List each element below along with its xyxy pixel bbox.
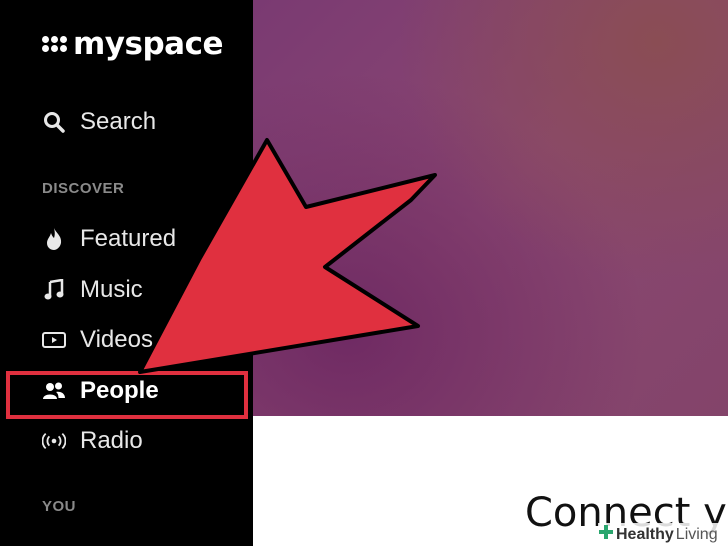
music-note-icon xyxy=(42,278,66,302)
radio-broadcast-icon xyxy=(42,429,66,453)
logo-dots-icon xyxy=(42,36,67,52)
search-icon xyxy=(42,110,66,134)
sidebar-item-search[interactable]: Search xyxy=(42,108,156,136)
hero-banner xyxy=(253,0,728,416)
sidebar-item-label: Search xyxy=(80,108,157,135)
video-play-icon xyxy=(42,328,66,352)
sidebar-item-radio[interactable]: Radio xyxy=(42,427,143,455)
sidebar: myspace Search DISCOVER Featured Music V… xyxy=(0,0,253,546)
logo-text: myspace xyxy=(73,26,223,62)
sidebar-item-label: Radio xyxy=(80,427,143,454)
sidebar-item-label: Featured xyxy=(80,225,177,252)
section-label-you: YOU xyxy=(42,498,77,515)
watermark-brand: Healthy xyxy=(616,525,674,543)
myspace-logo[interactable]: myspace xyxy=(42,26,223,62)
sidebar-item-videos[interactable]: Videos xyxy=(42,326,153,354)
watermark: Healthy Living xyxy=(598,523,728,546)
section-label-discover: DISCOVER xyxy=(42,180,125,197)
watermark-suffix: Living xyxy=(675,525,718,543)
people-highlight-box xyxy=(6,371,248,419)
sidebar-item-featured[interactable]: Featured xyxy=(42,225,176,253)
sidebar-item-music[interactable]: Music xyxy=(42,276,143,304)
sidebar-item-label: Videos xyxy=(80,326,153,353)
sidebar-item-label: Music xyxy=(80,276,143,303)
plus-cross-icon xyxy=(598,524,614,545)
flame-icon xyxy=(42,227,66,251)
